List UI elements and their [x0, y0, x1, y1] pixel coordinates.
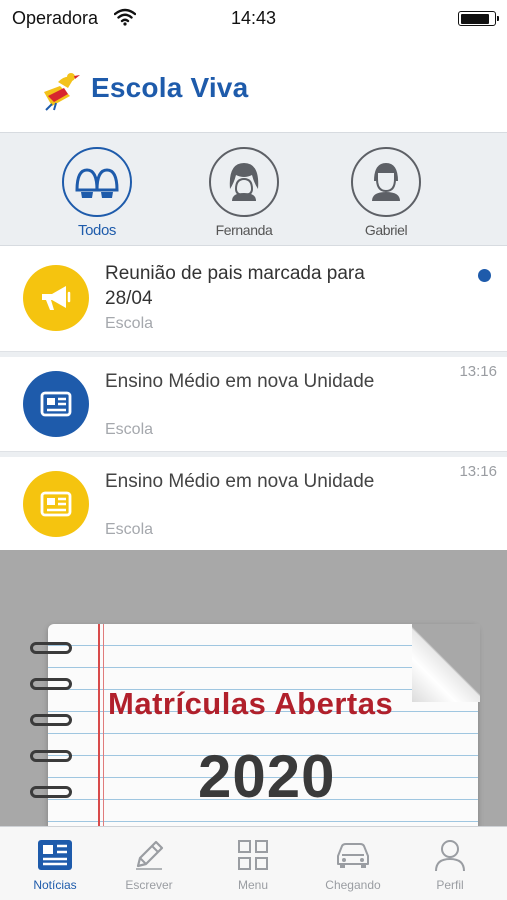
filter-gabriel[interactable]: Gabriel [341, 147, 431, 238]
spiral-ring [30, 750, 72, 762]
enrollment-banner[interactable]: Matrículas Abertas 2020 [0, 550, 507, 830]
news-source: Escola [105, 521, 154, 538]
tab-chegando[interactable]: Chegando [308, 837, 398, 892]
banner-year: 2020 [198, 743, 336, 810]
tab-label: Escrever [125, 878, 173, 892]
car-icon [308, 837, 398, 873]
news-source: Escola [105, 421, 154, 438]
news-title: Reunião de pais marcada para 28/04 [105, 263, 365, 309]
pencil-icon [104, 837, 194, 873]
tab-noticias[interactable]: Notícias [10, 837, 100, 892]
student-filter-bar: Todos Fernanda Gabriel [0, 132, 507, 246]
boy-avatar-icon [366, 159, 406, 206]
newspaper-icon [23, 471, 89, 537]
spiral-ring [30, 678, 72, 690]
news-list-item[interactable]: Reunião de pais marcada para 28/04 Escol… [0, 247, 507, 351]
filter-label: Gabriel [364, 222, 408, 238]
filter-label: Todos [77, 222, 117, 239]
tab-label: Menu [237, 878, 269, 892]
status-bar: Operadora 14:43 [0, 0, 507, 36]
group-icon [73, 160, 121, 205]
tab-label: Chegando [325, 878, 381, 892]
news-time: 13:16 [459, 363, 497, 380]
spiral-ring [30, 786, 72, 798]
tab-label: Perfil [436, 878, 464, 892]
tab-escrever[interactable]: Escrever [104, 837, 194, 892]
paper-margin [103, 624, 104, 830]
banner-headline: Matrículas Abertas [108, 686, 394, 721]
girl-avatar-icon [224, 159, 264, 206]
news-icon [10, 837, 100, 873]
news-list-item[interactable]: Ensino Médio em nova Unidade Escola 13:1… [0, 457, 507, 550]
app-header: Escola Viva [0, 40, 507, 132]
spiral-ring [30, 642, 72, 654]
tab-label: Notícias [33, 878, 77, 892]
school-logo-icon [40, 68, 84, 117]
news-title: Ensino Médio em nova Unidade [105, 371, 375, 392]
app-title: Escola Viva [91, 72, 249, 103]
newspaper-icon [23, 371, 89, 437]
news-title: Ensino Médio em nova Unidade [105, 471, 375, 492]
paper-margin [98, 624, 100, 830]
spiral-ring [30, 714, 72, 726]
news-list-item[interactable]: Ensino Médio em nova Unidade Escola 13:1… [0, 357, 507, 451]
megaphone-icon [23, 265, 89, 331]
person-icon [405, 837, 495, 873]
page-curl [412, 624, 480, 702]
grid-icon [208, 837, 298, 873]
news-source: Escola [105, 315, 154, 332]
clock: 14:43 [230, 8, 277, 28]
filter-todos[interactable]: Todos [52, 147, 142, 239]
unread-indicator [478, 269, 491, 282]
filter-fernanda[interactable]: Fernanda [199, 147, 289, 238]
tab-menu[interactable]: Menu [208, 837, 298, 892]
bottom-tab-bar: Notícias Escrever Menu Chegando Perfil [0, 826, 507, 900]
news-time: 13:16 [459, 463, 497, 480]
tab-perfil[interactable]: Perfil [405, 837, 495, 892]
filter-label: Fernanda [215, 222, 273, 238]
battery-icon [458, 11, 499, 26]
